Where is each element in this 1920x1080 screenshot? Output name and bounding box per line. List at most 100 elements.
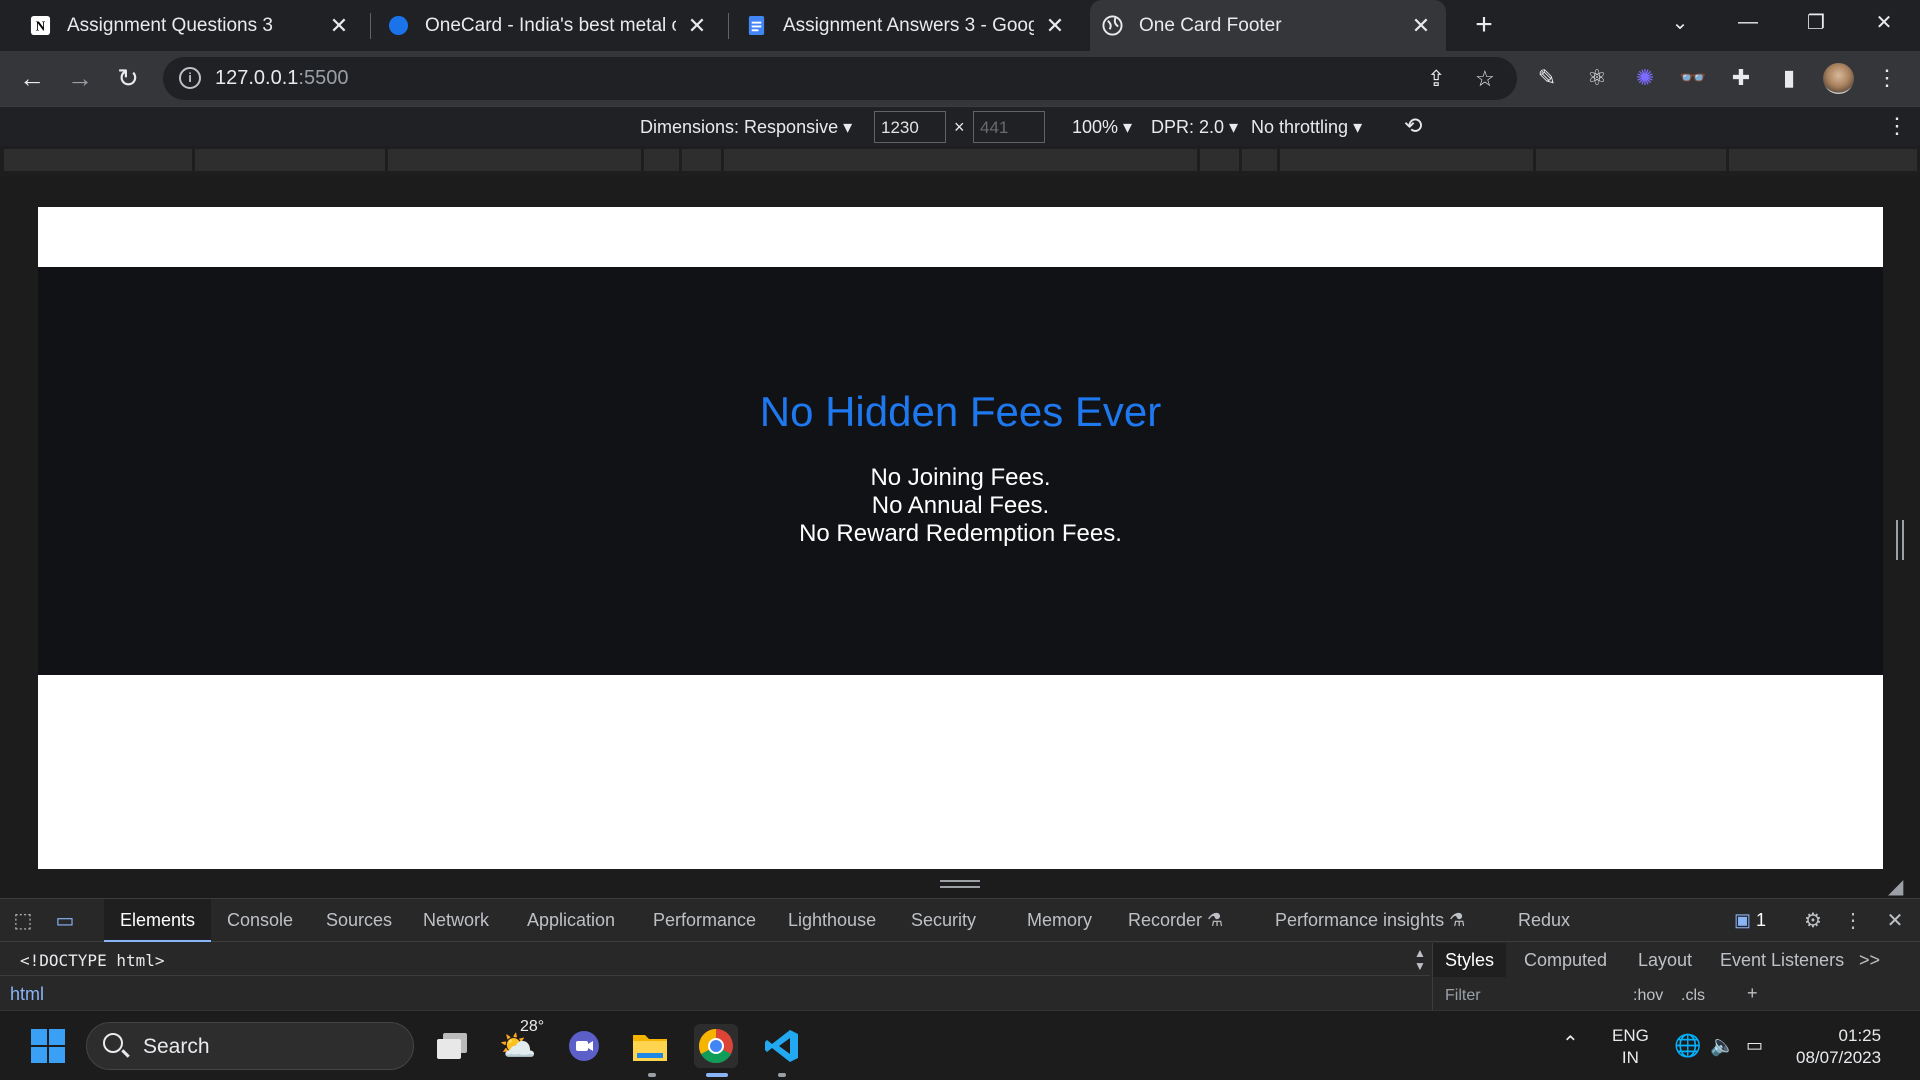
weather-widget[interactable]: ⛅ 28° [496,1018,544,1068]
weather-temp: 28° [520,1018,545,1035]
media-query-segment[interactable] [1200,149,1239,171]
side-tab-event-listeners[interactable]: Event Listeners [1720,943,1844,977]
devtools-tab-sources[interactable]: Sources [326,899,392,942]
tab-search-icon[interactable]: ⌄ [1652,0,1708,44]
bookmark-star-icon[interactable]: ☆ [1475,66,1495,92]
devtools-tab-redux[interactable]: Redux [1518,899,1570,942]
media-query-segment[interactable] [724,149,1197,171]
profile-avatar[interactable] [1823,63,1854,94]
issues-badge[interactable]: ▣ 1 [1734,899,1766,942]
browser-toolbar: ← → ↻ i 127.0.0.1:5500 ⇪ ☆ ✎ ⚛ ✺ 👓 ✚ ▮ ⋮ [0,51,1920,106]
extensions-puzzle-icon[interactable]: ✚ [1724,61,1758,95]
media-query-segment[interactable] [682,149,721,171]
close-tab-icon[interactable]: ✕ [1410,13,1432,39]
dimensions-dropdown[interactable]: Dimensions: Responsive ▾ [640,117,852,138]
media-query-segment[interactable] [388,149,641,171]
glasses-extension-icon[interactable]: 👓 [1676,61,1710,95]
breadcrumb-html[interactable]: html [10,984,44,1005]
close-window-icon[interactable]: ✕ [1856,0,1912,44]
url-host: 127.0.0.1 [215,67,299,89]
media-query-segment[interactable] [4,149,192,171]
media-query-segment[interactable] [1536,149,1726,171]
media-query-segment[interactable] [644,149,679,171]
devtools-settings-gear-icon[interactable]: ⚙ [1800,908,1826,934]
media-query-segment[interactable] [1242,149,1277,171]
close-tab-icon[interactable]: ✕ [1044,13,1066,39]
language-indicator[interactable]: ENG IN [1612,1025,1649,1069]
more-menu-icon[interactable]: ⋮ [1870,61,1904,95]
close-tab-icon[interactable]: ✕ [686,13,708,39]
file-explorer-icon[interactable] [628,1024,672,1068]
clock[interactable]: 01:25 08/07/2023 [1796,1025,1881,1069]
restore-icon[interactable]: ❐ [1788,0,1844,44]
starburst-extension-icon[interactable]: ✺ [1628,61,1662,95]
height-input[interactable]: 441 [973,111,1045,143]
devtools-tab-security[interactable]: Security [911,899,976,942]
side-panel-icon[interactable]: ▮ [1772,61,1806,95]
cls-button[interactable]: .cls [1681,987,1705,1005]
devtools-tab-memory[interactable]: Memory [1027,899,1092,942]
throttling-dropdown[interactable]: No throttling ▾ [1251,117,1362,138]
back-icon[interactable]: ← [14,60,50,96]
tab-assignment-questions[interactable]: N Assignment Questions 3 ✕ [18,0,364,51]
chat-glyph [569,1031,599,1061]
reload-icon[interactable]: ↻ [110,60,146,96]
hov-button[interactable]: :hov [1633,987,1663,1005]
new-style-rule-icon[interactable]: + [1747,983,1758,1004]
vscode-taskbar-icon[interactable] [760,1024,804,1068]
styles-filter-input[interactable]: Filter [1445,987,1481,1005]
corner-resize-icon[interactable]: ◢ [1888,874,1903,899]
side-tab-layout[interactable]: Layout [1638,943,1692,977]
taskbar-search[interactable]: Search [86,1022,414,1070]
close-tab-icon[interactable]: ✕ [328,13,350,39]
teams-chat-icon[interactable] [562,1024,606,1068]
dpr-dropdown[interactable]: DPR: 2.0 ▾ [1151,117,1238,138]
devtools-tab-network[interactable]: Network [423,899,489,942]
devtools-tab-elements[interactable]: Elements [104,899,212,942]
tray-overflow-chevron-icon[interactable]: ⌃ [1562,1031,1579,1056]
task-view-icon[interactable] [430,1024,474,1068]
network-globe-icon[interactable]: 🌐 [1674,1033,1701,1059]
windows-start-icon[interactable] [26,1024,70,1068]
media-query-segment[interactable] [1280,149,1533,171]
address-bar[interactable]: i 127.0.0.1:5500 ⇪ ☆ [163,57,1517,100]
inspect-element-icon[interactable]: ⬚ [10,908,36,934]
minimize-icon[interactable]: — [1720,0,1776,44]
devtools-tab-console[interactable]: Console [227,899,293,942]
devtools-tab-recorder[interactable]: Recorder ⚗ [1128,899,1223,942]
site-info-icon[interactable]: i [179,67,201,89]
pen-extension-icon[interactable]: ✎ [1530,61,1564,95]
devtools-more-icon[interactable]: ⋮ [1840,908,1866,934]
devtools-tab-performance[interactable]: Performance [653,899,756,942]
react-devtools-icon[interactable]: ⚛ [1580,61,1614,95]
new-tab-button[interactable]: + [1466,8,1502,44]
tab-onecard[interactable]: OneCard - India's best metal credit card… [376,0,722,51]
volume-icon[interactable]: 🔈 [1710,1033,1735,1058]
battery-icon[interactable]: ▭ [1746,1035,1763,1056]
bottom-resize-handle[interactable] [940,880,980,888]
dom-scroll-arrows-icon[interactable]: ▲ ▼ [1414,947,1426,973]
side-tab-computed[interactable]: Computed [1524,943,1607,977]
device-more-icon[interactable]: ⋮ [1886,113,1908,139]
tab-assignment-answers[interactable]: Assignment Answers 3 - Google Docs ✕ [734,0,1080,51]
side-tab-styles[interactable]: Styles [1433,943,1507,977]
side-tab-more[interactable]: >> [1859,943,1880,977]
media-query-segment[interactable] [195,149,385,171]
doctype-node[interactable]: <!DOCTYPE html> [20,951,165,970]
tab-one-card-footer[interactable]: One Card Footer ✕ [1090,0,1446,51]
share-icon[interactable]: ⇪ [1427,66,1445,92]
forward-icon[interactable]: → [62,60,98,96]
devtools-close-icon[interactable]: ✕ [1882,908,1908,934]
rotate-icon[interactable]: ⟲ [1404,113,1422,139]
devtools-tab-performance-insights[interactable]: Performance insights ⚗ [1275,899,1465,942]
url-port: :5500 [298,67,349,89]
media-query-segment[interactable] [1729,149,1917,171]
devtools-tab-lighthouse[interactable]: Lighthouse [788,899,876,942]
devtools-tab-application[interactable]: Application [527,899,615,942]
device-toggle-icon[interactable]: ▭ [52,908,78,934]
globe-icon [1102,15,1123,36]
zoom-dropdown[interactable]: 100% ▾ [1072,117,1132,138]
chrome-taskbar-icon[interactable] [694,1024,738,1068]
width-input[interactable]: 1230 [874,111,946,143]
right-resize-handle[interactable] [1896,520,1904,560]
